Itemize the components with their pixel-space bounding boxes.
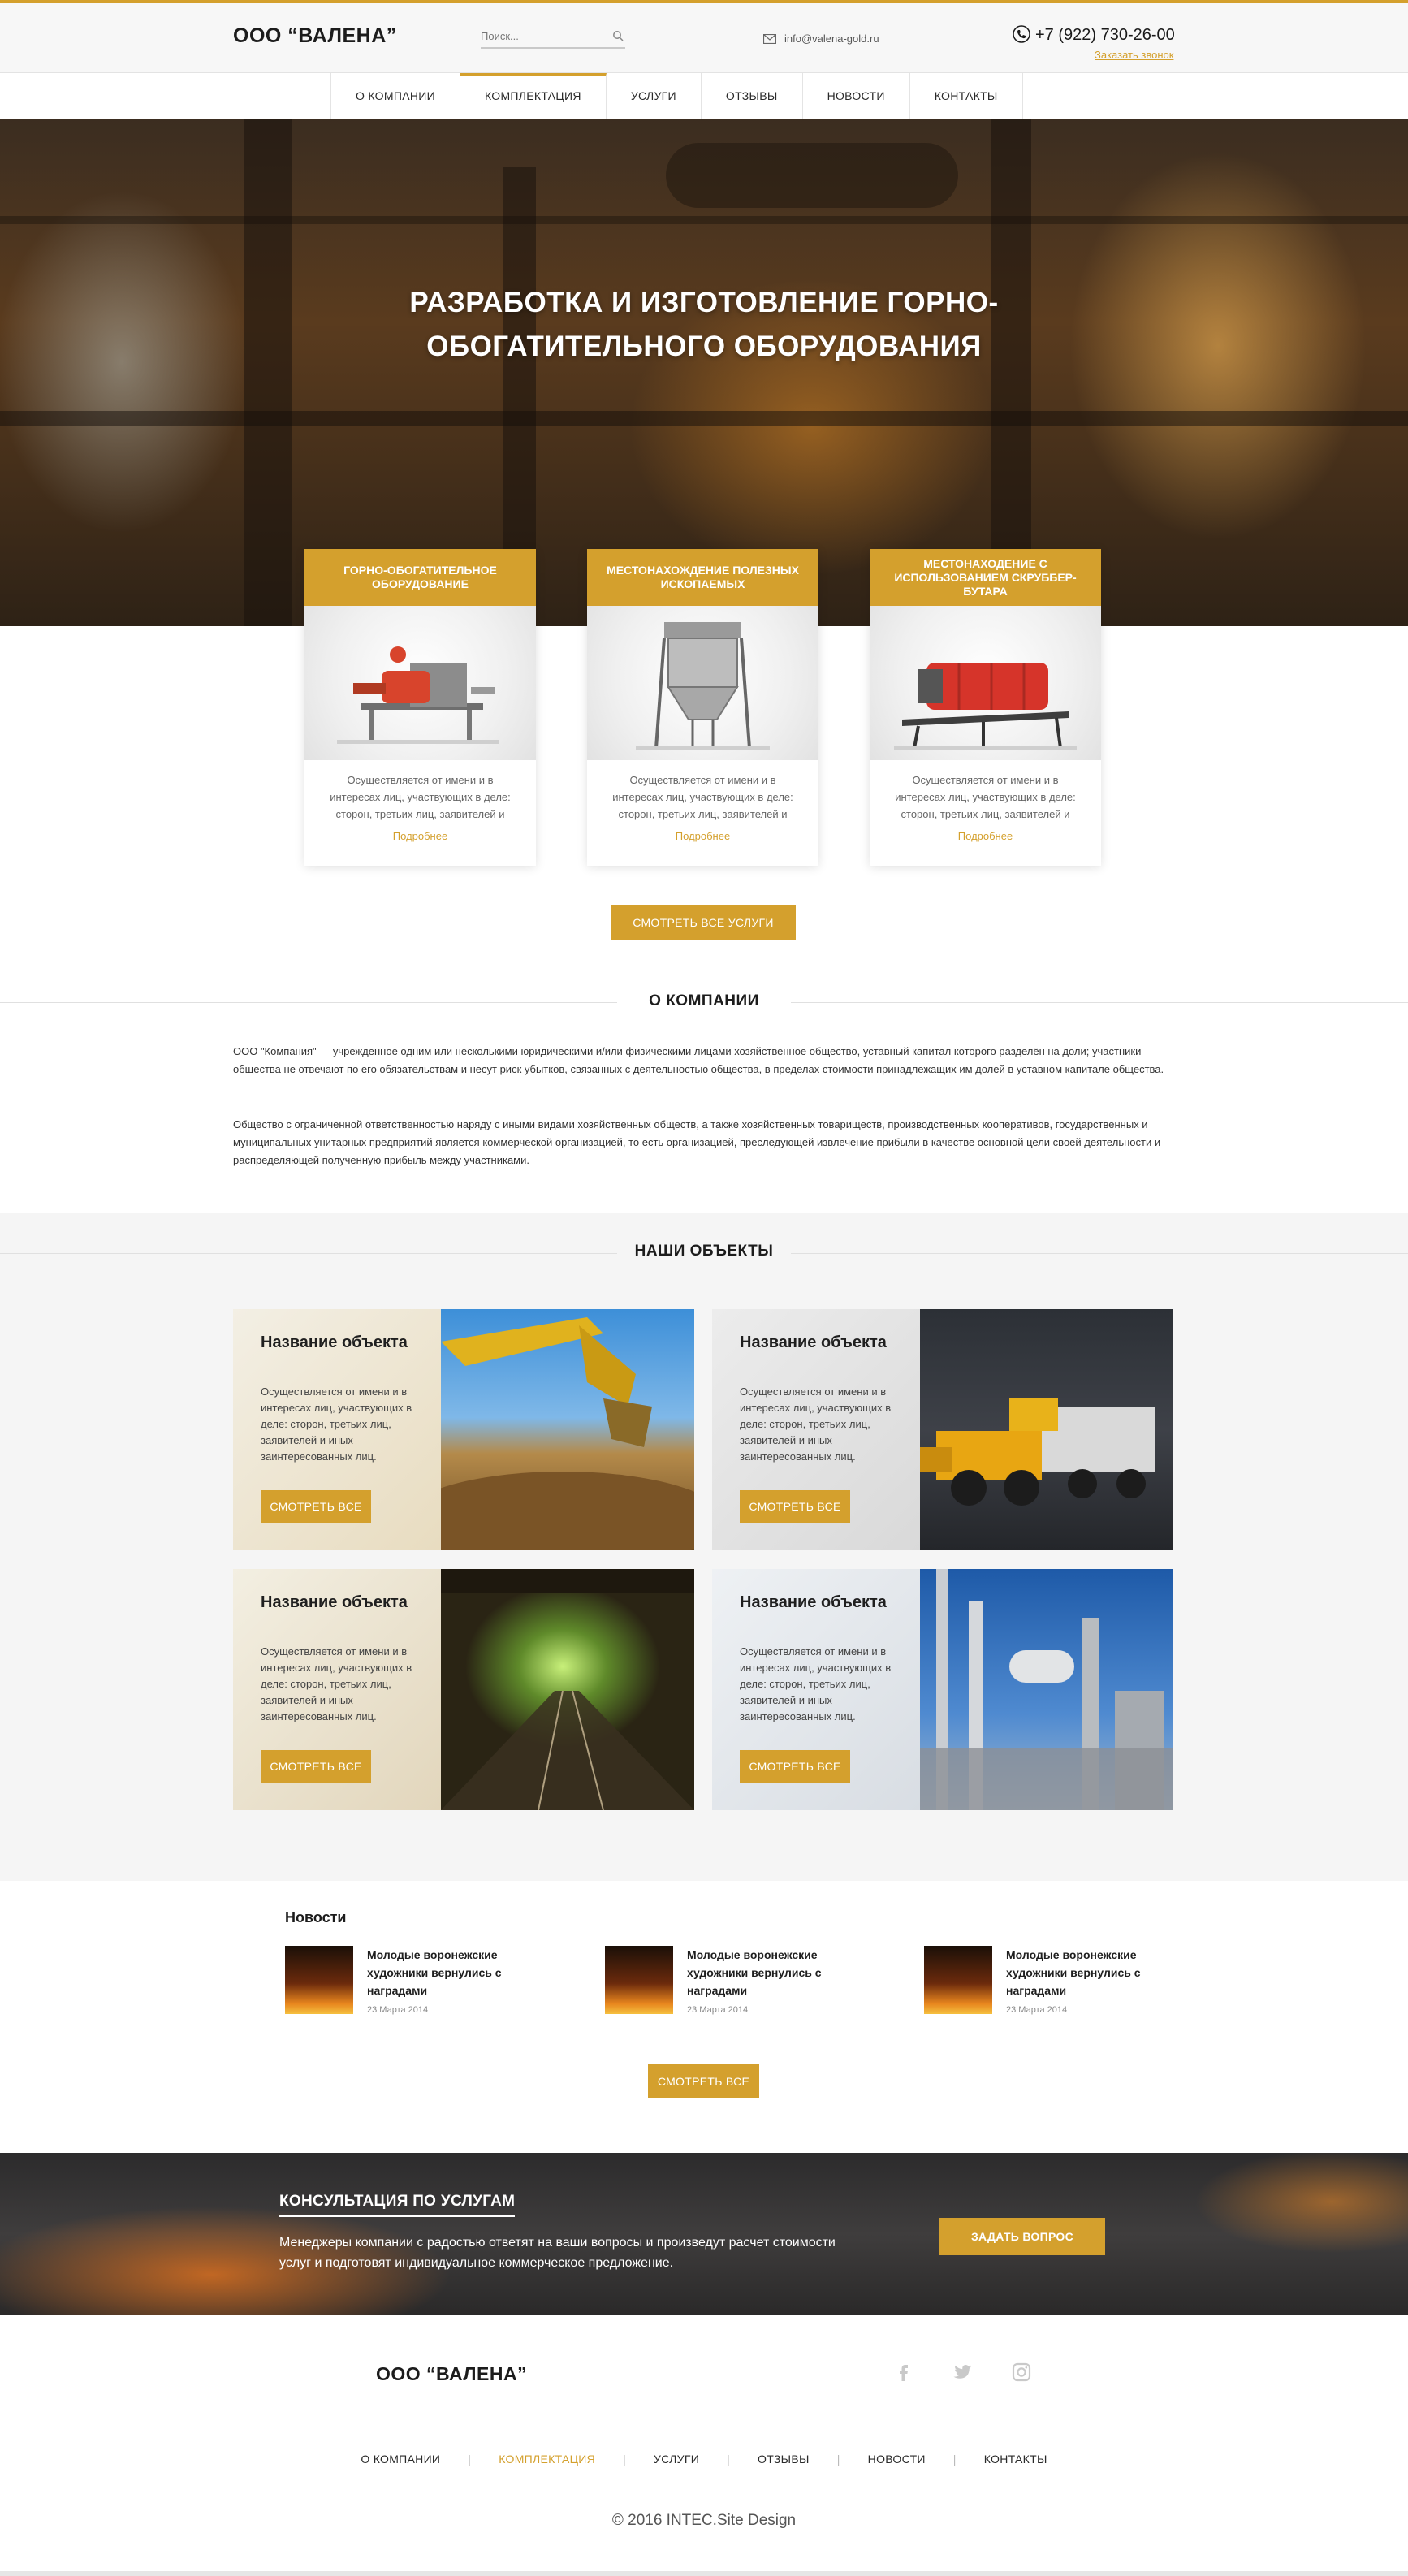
news-view-all-button[interactable]: СМОТРЕТЬ ВСЕ	[648, 2064, 759, 2098]
news-item[interactable]: Молодые воронежские художники вернулись …	[605, 1946, 865, 2019]
footer-nav-item-about[interactable]: О КОМПАНИИ	[333, 2453, 468, 2466]
service-card-title: ГОРНО-ОБОГАТИТЕЛЬНОЕ ОБОРУДОВАНИЕ	[304, 549, 536, 606]
twitter-icon[interactable]	[952, 2362, 973, 2383]
bottom-strip	[0, 2571, 1408, 2576]
hero-title: РАЗРАБОТКА И ИЗГОТОВЛЕНИЕ ГОРНО-ОБОГАТИТ…	[409, 287, 999, 362]
hero-beam	[0, 216, 1408, 224]
news-date: 23 Марта 2014	[687, 2005, 749, 2015]
object-title: Название объекта	[261, 1333, 408, 1351]
copyright: © 2016 INTEC.Site Design	[611, 2512, 797, 2529]
news-date: 23 Марта 2014	[1006, 2005, 1068, 2015]
object-title: Название объекта	[740, 1593, 887, 1611]
nav-item-contacts[interactable]: КОНТАКТЫ	[910, 73, 1023, 119]
news-title[interactable]: Молодые воронежские художники вернулись …	[687, 1946, 849, 1999]
nav-item-services[interactable]: УСЛУГИ	[607, 73, 702, 119]
objects-title: НАШИ ОБЪЕКТЫ	[617, 1243, 791, 1260]
excavator-image	[400, 1309, 694, 1550]
hero-pipe	[666, 143, 958, 208]
footer-nav-item-reviews[interactable]: ОТЗЫВЫ	[730, 2453, 837, 2466]
service-card-text: Осуществляется от имени и в интересах ли…	[612, 774, 793, 820]
callback-link[interactable]: Заказать звонок	[1095, 49, 1173, 61]
header-email[interactable]: info@valena-gold.ru	[784, 32, 879, 45]
object-view-all-button[interactable]: СМОТРЕТЬ ВСЕ	[261, 1750, 371, 1783]
mail-icon	[763, 34, 776, 44]
news-title[interactable]: Молодые воронежские художники вернулись …	[367, 1946, 529, 1999]
nav-item-equipment[interactable]: КОМПЛЕКТАЦИЯ	[460, 73, 607, 119]
service-card-more-link[interactable]: Подробнее	[870, 830, 1101, 842]
service-card-text: Осуществляется от имени и в интересах ли…	[895, 774, 1076, 820]
service-card-title: МЕСТОНАХОДЕНИЕ С ИСПОЛЬЗОВАНИЕМ СКРУББЕР…	[870, 549, 1101, 606]
site-header	[0, 3, 1408, 73]
all-services-button[interactable]: СМОТРЕТЬ ВСЕ УСЛУГИ	[611, 905, 796, 940]
service-card[interactable]: МЕСТОНАХОЖДЕНИЕ ПОЛЕЗНЫХ ИСКОПАЕМЫХ Осущ…	[587, 549, 818, 866]
consultation-title: КОНСУЛЬТАЦИЯ ПО УСЛУГАМ	[279, 2193, 516, 2217]
object-view-all-button[interactable]: СМОТРЕТЬ ВСЕ	[261, 1490, 371, 1523]
object-text: Осуществляется от имени и в интересах ли…	[740, 1385, 892, 1463]
object-text: Осуществляется от имени и в интересах ли…	[261, 1385, 412, 1463]
object-card[interactable]: Название объекта Осуществляется от имени…	[233, 1569, 694, 1810]
search-input[interactable]	[481, 24, 603, 47]
object-view-all-button[interactable]: СМОТРЕТЬ ВСЕ	[740, 1750, 850, 1783]
object-text: Осуществляется от имени и в интересах ли…	[740, 1645, 892, 1722]
footer-nav-item-contacts[interactable]: КОНТАКТЫ	[957, 2453, 1075, 2466]
objects-section	[0, 1213, 1408, 1881]
nav-item-about[interactable]: О КОМПАНИИ	[331, 73, 460, 119]
nav-item-news[interactable]: НОВОСТИ	[803, 73, 910, 119]
footer-nav: О КОМПАНИИ | КОМПЛЕКТАЦИЯ | УСЛУГИ | ОТЗ…	[0, 2453, 1408, 2466]
news-thumbnail[interactable]	[924, 1946, 992, 2014]
object-card[interactable]: Название объекта Осуществляется от имени…	[712, 1569, 1173, 1810]
service-card[interactable]: МЕСТОНАХОДЕНИЕ С ИСПОЛЬЗОВАНИЕМ СКРУББЕР…	[870, 549, 1101, 866]
hero-pillar	[244, 119, 292, 626]
footer-nav-item-services[interactable]: УСЛУГИ	[626, 2453, 727, 2466]
service-card-text: Осуществляется от имени и в интересах ли…	[330, 774, 511, 820]
facebook-icon[interactable]	[893, 2362, 914, 2383]
search-icon[interactable]	[612, 30, 624, 41]
service-card-more-link[interactable]: Подробнее	[587, 830, 818, 842]
phone-icon	[1013, 25, 1030, 43]
loader-image	[920, 1309, 1173, 1550]
footer-logo[interactable]: ООО “ВАЛЕНА”	[376, 2363, 527, 2385]
object-text: Осуществляется от имени и в интересах ли…	[261, 1645, 412, 1722]
news-heading: Новости	[285, 1909, 347, 1926]
footer-nav-item-news[interactable]: НОВОСТИ	[840, 2453, 953, 2466]
object-title: Название объекта	[740, 1333, 887, 1351]
news-date: 23 Марта 2014	[367, 2005, 429, 2015]
header-phone[interactable]: +7 (922) 730-26-00	[1035, 26, 1175, 45]
object-title: Название объекта	[261, 1593, 408, 1611]
instagram-icon[interactable]	[1011, 2362, 1032, 2383]
machine-image	[870, 606, 1101, 760]
object-view-all-button[interactable]: СМОТРЕТЬ ВСЕ	[740, 1490, 850, 1523]
hero-beam	[0, 411, 1408, 426]
machine-image	[304, 606, 536, 760]
about-paragraph: Общество с ограниченной ответственностью…	[233, 1118, 1161, 1166]
service-card-more-link[interactable]: Подробнее	[304, 830, 536, 842]
search-box[interactable]	[481, 24, 625, 49]
main-nav: О КОМПАНИИ КОМПЛЕКТАЦИЯ УСЛУГИ ОТЗЫВЫ НО…	[0, 73, 1408, 119]
refinery-image	[920, 1569, 1173, 1810]
service-card-title: МЕСТОНАХОЖДЕНИЕ ПОЛЕЗНЫХ ИСКОПАЕМЫХ	[587, 549, 818, 606]
mine-tunnel-image	[441, 1569, 694, 1810]
news-thumbnail[interactable]	[605, 1946, 673, 2014]
nav-item-reviews[interactable]: ОТЗЫВЫ	[702, 73, 803, 119]
site-logo[interactable]: ООО “ВАЛЕНА”	[233, 24, 397, 48]
machine-image	[587, 606, 818, 760]
object-card[interactable]: Название объекта Осуществляется от имени…	[233, 1309, 694, 1550]
object-card[interactable]: Название объекта Осуществляется от имени…	[712, 1309, 1173, 1550]
news-item[interactable]: Молодые воронежские художники вернулись …	[924, 1946, 1184, 2019]
about-title: О КОМПАНИИ	[617, 992, 791, 1010]
news-item[interactable]: Молодые воронежские художники вернулись …	[285, 1946, 545, 2019]
news-thumbnail[interactable]	[285, 1946, 353, 2014]
ask-question-button[interactable]: ЗАДАТЬ ВОПРОС	[939, 2218, 1105, 2255]
consultation-text: Менеджеры компании с радостью ответят на…	[279, 2236, 836, 2270]
service-card[interactable]: ГОРНО-ОБОГАТИТЕЛЬНОЕ ОБОРУДОВАНИЕ Осущес…	[304, 549, 536, 866]
news-title[interactable]: Молодые воронежские художники вернулись …	[1006, 1946, 1168, 1999]
footer-nav-item-equipment[interactable]: КОМПЛЕКТАЦИЯ	[471, 2453, 623, 2466]
about-paragraph: ООО "Компания" — учрежденное одним или н…	[233, 1045, 1164, 1075]
